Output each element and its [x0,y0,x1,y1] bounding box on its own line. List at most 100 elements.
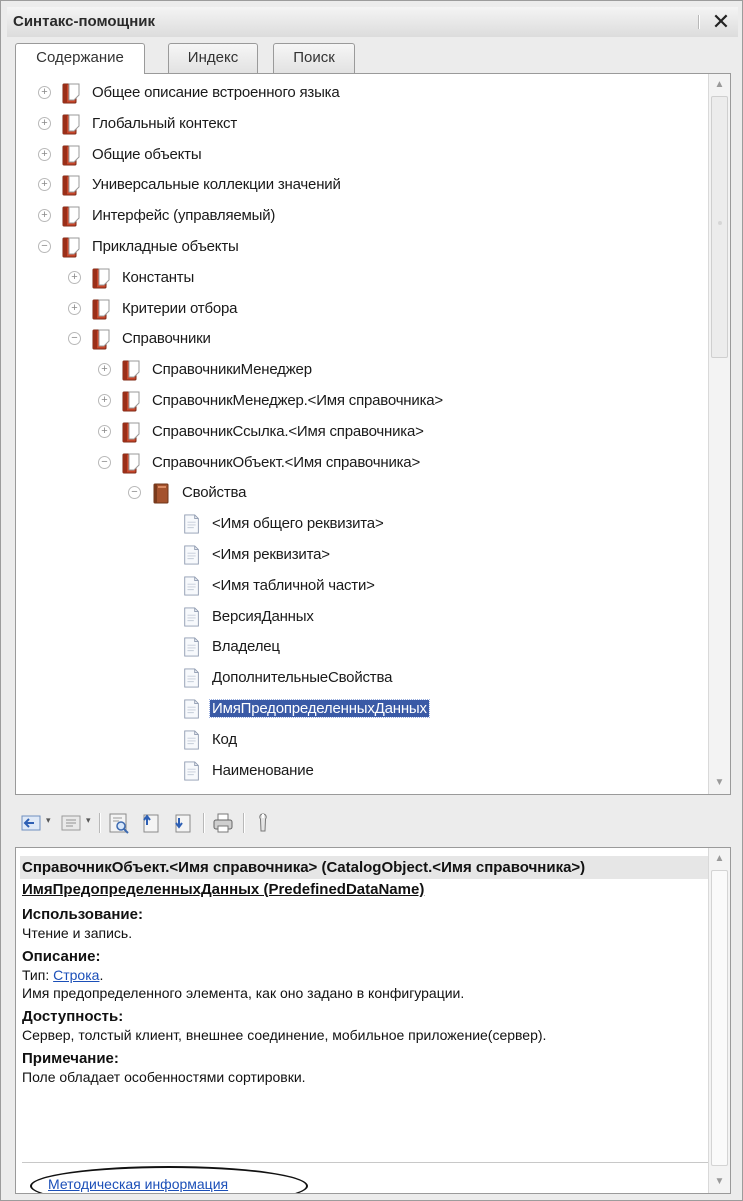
syntax-helper-window: Синтакс-помощник ✕ Содержание Индекс Пои… [0,0,743,1201]
tree-item-label[interactable]: Общие объекты [90,146,203,163]
tree-item[interactable]: <Имя реквизита> [16,540,706,571]
note-title: Примечание: [22,1050,119,1067]
tab-contents[interactable]: Содержание [15,43,145,74]
book-icon [62,114,80,135]
print-icon[interactable] [211,811,235,835]
description-title: Описание: [22,948,101,965]
book-icon [62,145,80,166]
tree-item-label[interactable]: Прикладные объекты [90,238,241,255]
back-dropdown-icon[interactable]: ▾ [46,816,54,825]
tree-item-label[interactable]: Свойства [180,484,248,501]
type-link[interactable]: Строка [53,967,99,983]
tree-item[interactable]: − Справочники [16,324,706,355]
expand-plus-icon[interactable]: + [38,116,51,130]
tree-item-label[interactable]: Глобальный контекст [90,115,239,132]
closed-book-icon [153,483,169,504]
description-content: СправочникОбъект.<Имя справочника> (Cata… [20,856,710,1086]
collapse-minus-icon[interactable]: − [68,332,81,346]
tree-item[interactable]: ИмяПредопределенныхДанных [16,694,706,725]
tree-item[interactable]: + СправочникМенеджер.<Имя справочника> [16,386,706,417]
tree-item-label[interactable]: СправочникиМенеджер [150,361,314,378]
collapse-minus-icon[interactable]: − [128,486,141,500]
availability-text: Сервер, толстый клиент, внешнее соединен… [22,1027,547,1043]
tree-item-label[interactable]: Универсальные коллекции значений [90,176,343,193]
find-in-tree-icon[interactable] [107,811,131,835]
expand-plus-icon[interactable]: + [98,393,111,407]
tree-item[interactable]: − Прикладные объекты [16,232,706,263]
tree-item-label[interactable]: <Имя общего реквизита> [210,515,386,532]
tree-item-label[interactable]: Общее описание встроенного языка [90,84,342,101]
type-prefix: Тип: [22,967,54,983]
tree-item-label[interactable]: Наименование [210,762,316,779]
tree-item[interactable]: ВерсияДанных [16,602,706,633]
tree-item[interactable]: + Критерии отбора [16,294,706,325]
page-icon [184,760,199,781]
toolbar-separator [203,813,205,833]
book-icon [62,83,80,104]
scroll-up-icon[interactable]: ▲ [709,848,730,870]
tree-item[interactable]: Владелец [16,632,706,663]
previous-topic-icon[interactable] [139,811,163,835]
tree-item[interactable]: + Глобальный контекст [16,109,706,140]
tree-item[interactable]: + СправочникСсылка.<Имя справочника> [16,417,706,448]
tree-item-label[interactable]: Константы [120,269,196,286]
page-icon [184,607,199,627]
tree-item[interactable]: − Свойства [16,478,706,509]
tree-item[interactable]: + Интерфейс (управляемый) [16,201,706,232]
expand-plus-icon[interactable]: + [38,86,51,99]
tree-item-label-selected[interactable]: ИмяПредопределенныхДанных [209,698,430,718]
tree-item[interactable]: <Имя табличной части> [16,571,706,602]
tree-item[interactable]: ДополнительныеСвойства [16,663,706,694]
tree-item-label[interactable]: Критерии отбора [120,300,239,317]
property-name: ИмяПредопределенныхДанных (PredefinedDat… [22,881,425,898]
tree-item[interactable]: Код [16,725,706,756]
expand-plus-icon[interactable]: + [38,178,51,192]
method-info-link[interactable]: Методическая информация [48,1176,228,1192]
expand-plus-icon[interactable]: + [68,270,81,284]
tree-scrollbar[interactable]: ▲ ▼ [708,74,730,794]
expand-plus-icon[interactable]: + [98,424,111,438]
scroll-down-icon[interactable]: ▼ [709,772,730,794]
tree-item-label[interactable]: Интерфейс (управляемый) [90,207,277,224]
collapse-minus-icon[interactable]: − [38,239,51,253]
tree-item-label[interactable]: Справочники [120,330,213,347]
scroll-down-icon[interactable]: ▼ [709,1171,730,1193]
tree-item-label[interactable]: Владелец [210,638,282,655]
tree-item[interactable]: − СправочникОбъект.<Имя справочника> [16,448,706,479]
description-scrollbar[interactable]: ▲ ▼ [708,848,730,1193]
tree-item-label[interactable]: СправочникМенеджер.<Имя справочника> [150,392,445,409]
tree-item[interactable]: + Универсальные коллекции значений [16,170,706,201]
tree-item[interactable]: + СправочникиМенеджер [16,355,706,386]
next-topic-icon[interactable] [171,811,195,835]
expand-plus-icon[interactable]: + [38,147,51,161]
book-icon [62,237,80,258]
tree-item-label[interactable]: СправочникСсылка.<Имя справочника> [150,423,426,440]
tree-item-label[interactable]: <Имя табличной части> [210,577,377,594]
tree-item[interactable]: <Имя общего реквизита> [16,509,706,540]
tree-item[interactable]: + Общие объекты [16,140,706,171]
tree-item-label[interactable]: СправочникОбъект.<Имя справочника> [150,454,422,471]
expand-plus-icon[interactable]: + [98,363,111,377]
scroll-up-icon[interactable]: ▲ [709,74,730,96]
tree-item-label[interactable]: ДополнительныеСвойства [210,669,394,686]
tab-search[interactable]: Поиск [273,43,355,73]
tree-item-label[interactable]: <Имя реквизита> [210,546,332,563]
tree-item[interactable]: + Константы [16,263,706,294]
close-icon[interactable]: ✕ [708,9,734,35]
tree-scroll-thumb[interactable] [711,96,728,358]
book-icon [92,268,110,289]
forward-dropdown-icon[interactable]: ▾ [86,816,94,825]
tree-item-label[interactable]: ВерсияДанных [210,608,316,625]
tree-item[interactable]: + Общее описание встроенного языка [16,78,706,109]
tree-item[interactable]: Наименование [16,756,706,787]
description-scroll-thumb[interactable] [711,870,728,1166]
tab-index[interactable]: Индекс [168,43,258,73]
settings-wrench-icon[interactable] [251,811,275,835]
expand-plus-icon[interactable]: + [38,209,51,223]
book-icon [122,422,140,443]
forward-arrow-icon[interactable] [59,811,83,835]
expand-plus-icon[interactable]: + [68,301,81,315]
tree-item-label[interactable]: Код [210,731,239,748]
collapse-minus-icon[interactable]: − [98,455,111,469]
back-arrow-icon[interactable] [19,811,43,835]
